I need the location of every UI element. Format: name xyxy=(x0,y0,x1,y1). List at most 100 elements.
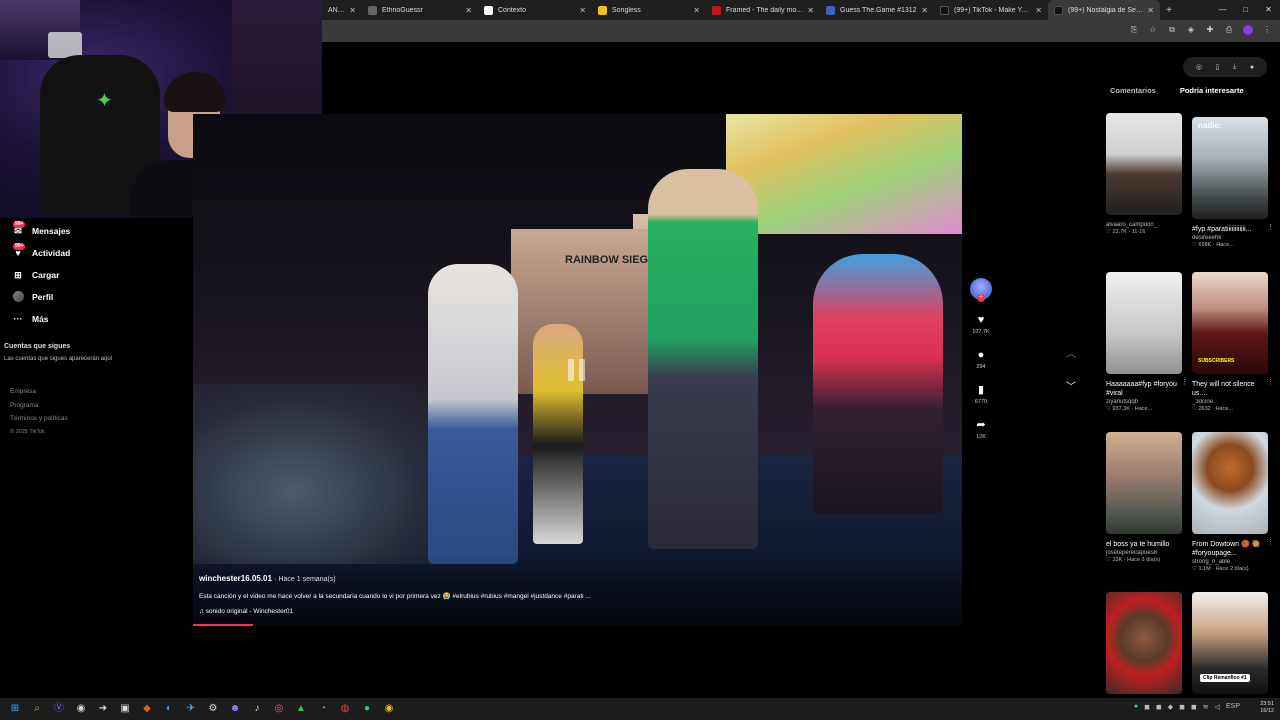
app-icon[interactable]: ➜ xyxy=(96,702,110,716)
video-card[interactable]: nadie: #fyp #paratiiiiiiiiiiii... desire… xyxy=(1192,117,1274,248)
app-icon[interactable]: ✈ xyxy=(184,702,198,716)
app-icon[interactable]: ◎ xyxy=(272,702,286,716)
tray-icon[interactable]: ◼ xyxy=(1191,703,1197,711)
tray-icon[interactable]: ● xyxy=(1134,703,1138,711)
close-icon[interactable]: ✕ xyxy=(349,6,356,15)
search-icon[interactable]: ⌕ xyxy=(30,702,44,716)
more-options-icon[interactable]: ⋮ xyxy=(1267,538,1274,546)
video-card[interactable]: Clip Remanfloo #1 xyxy=(1192,592,1268,694)
taskbar-clock[interactable]: 23:51 16/12 xyxy=(1260,701,1274,715)
video-card[interactable]: SUBSCRIBERS They will not silence us....… xyxy=(1192,272,1274,412)
tab-5[interactable]: Guess The.Game #1312 ✕ xyxy=(820,0,934,20)
footer-link-company[interactable]: Empresa xyxy=(10,388,68,402)
extension-icon[interactable]: ◈ xyxy=(1186,25,1196,35)
more-options-icon[interactable]: ⋮ xyxy=(1267,223,1274,231)
tab-4[interactable]: Framed - The daily movie gue ✕ xyxy=(706,0,820,20)
video-thumbnail[interactable]: Clip Remanfloo #1 xyxy=(1192,592,1268,694)
windows-start-icon[interactable]: ⊞ xyxy=(8,702,22,716)
profile-avatar[interactable]: ● xyxy=(1250,64,1254,71)
sidebar-item-upload[interactable]: ⊞ Cargar xyxy=(0,264,190,286)
spotify-icon[interactable]: ● xyxy=(360,702,374,716)
card-title[interactable]: el boss ya te humillo xyxy=(1106,540,1182,549)
profile-avatar[interactable] xyxy=(1243,25,1253,35)
app-icon[interactable]: ◐ xyxy=(162,702,176,716)
video-card[interactable]: alvaaro_campoon_ ♡ 23.7K · 11-16 xyxy=(1106,113,1182,235)
close-icon[interactable]: ✕ xyxy=(1035,6,1042,15)
maximize-button[interactable]: □ xyxy=(1234,0,1257,20)
card-user[interactable]: _3dcine xyxy=(1192,399,1268,405)
close-window-button[interactable]: ✕ xyxy=(1257,0,1280,20)
close-icon[interactable]: ✕ xyxy=(579,6,586,15)
video-caption[interactable]: Esta canción y el video me hace volver a… xyxy=(199,592,591,600)
video-thumbnail[interactable] xyxy=(1106,432,1182,534)
share-action[interactable]: ➦ 12K xyxy=(968,419,994,440)
video-thumbnail[interactable] xyxy=(1106,272,1182,374)
sidebar-item-messages[interactable]: ✉ 99+ Mensajes xyxy=(0,220,190,242)
video-sound[interactable]: ♫ sonido original - Winchester01 xyxy=(199,608,293,615)
close-icon[interactable]: ✕ xyxy=(465,6,472,15)
tab-2[interactable]: Contexto ✕ xyxy=(478,0,592,20)
more-options-icon[interactable]: ⋮ xyxy=(1181,378,1188,386)
sidebar-item-profile[interactable]: Perfil xyxy=(0,286,190,308)
video-thumbnail[interactable] xyxy=(1106,592,1182,694)
tray-icon[interactable]: ◼ xyxy=(1144,703,1150,711)
card-user[interactable]: ziyanutsqqb xyxy=(1106,399,1182,405)
close-icon[interactable]: ✕ xyxy=(921,6,928,15)
video-thumbnail[interactable]: nadie: xyxy=(1192,117,1268,219)
app-icon[interactable]: ▣ xyxy=(118,702,132,716)
video-thumbnail[interactable] xyxy=(1192,432,1268,534)
video-thumbnail[interactable]: SUBSCRIBERS xyxy=(1192,272,1268,374)
card-title[interactable]: They will not silence us.... xyxy=(1192,380,1268,398)
like-action[interactable]: ♥ 107.7K xyxy=(968,314,994,335)
chevron-up-icon[interactable]: ︿ xyxy=(1066,345,1076,360)
author-name[interactable]: winchester16.05.01 xyxy=(199,574,272,583)
compass-icon[interactable]: ◎ xyxy=(1196,63,1202,71)
tray-icon[interactable]: ◼ xyxy=(1179,703,1185,711)
close-icon[interactable]: ✕ xyxy=(807,6,814,15)
app-icon[interactable]: ◆ xyxy=(140,702,154,716)
follow-plus-icon[interactable]: + xyxy=(977,294,985,302)
footer-link-terms[interactable]: Términos y políticas xyxy=(10,415,68,429)
video-card[interactable]: From Dowtown 🏀 🥘 #foryoupage... strong_n… xyxy=(1192,432,1274,572)
comment-action[interactable]: ● 294 xyxy=(968,349,994,370)
app-icon[interactable]: ◔ xyxy=(316,702,330,716)
pin-icon[interactable]: ⎙ xyxy=(1224,25,1234,35)
card-user[interactable]: alvaaro_campoon_ xyxy=(1106,222,1182,228)
sidebar-item-more[interactable]: ··· Más xyxy=(0,308,190,330)
footer-link-program[interactable]: Programa xyxy=(10,402,68,416)
tiktok-icon[interactable]: ♪ xyxy=(250,702,264,716)
new-tab-button[interactable]: + xyxy=(1160,5,1178,16)
extension-icon[interactable]: ⧉ xyxy=(1167,25,1177,35)
video-author[interactable]: winchester16.05.01 · Hace 1 semana(s) xyxy=(199,574,336,583)
card-user[interactable]: josetepereirapues8 xyxy=(1106,550,1182,556)
tab-7-active[interactable]: (99+) Nostalgia de Secund ✕ xyxy=(1048,0,1160,20)
wifi-icon[interactable]: ≋ xyxy=(1203,703,1209,711)
card-title[interactable]: #fyp #paratiiiiiiiiiiii... xyxy=(1192,225,1268,234)
app-icon[interactable]: Ⓥ xyxy=(52,702,66,716)
heart-icon[interactable]: ♥ xyxy=(968,314,994,326)
card-user[interactable]: strong_n_able xyxy=(1192,559,1268,565)
chevron-down-icon[interactable]: ﹀ xyxy=(1066,378,1076,393)
tray-icon[interactable]: ◆ xyxy=(1168,703,1173,711)
bookmark-icon[interactable]: ▮ xyxy=(968,384,994,396)
language-indicator[interactable]: ESP xyxy=(1226,703,1240,711)
close-icon[interactable]: ✕ xyxy=(693,6,700,15)
menu-icon[interactable]: ⋮ xyxy=(1262,25,1272,35)
volume-icon[interactable]: ◁ xyxy=(1215,703,1220,711)
app-icon[interactable]: ◉ xyxy=(74,702,88,716)
creator-avatar[interactable]: + xyxy=(970,278,992,302)
close-icon[interactable]: ✕ xyxy=(1147,6,1154,15)
video-progress-bar[interactable] xyxy=(193,624,253,626)
video-card[interactable]: el boss ya te humillo josetepereirapues8… xyxy=(1106,432,1182,563)
tab-6[interactable]: (99+) TikTok - Make Your Day✕ xyxy=(934,0,1048,20)
comment-icon[interactable]: ● xyxy=(968,349,994,361)
app-icon[interactable]: ▲ xyxy=(294,702,308,716)
app-icon[interactable]: ⚙ xyxy=(206,702,220,716)
sidebar-item-activity[interactable]: ♥ 99+ Actividad xyxy=(0,242,190,264)
pause-icon[interactable] xyxy=(568,359,586,381)
more-options-icon[interactable]: ⋮ xyxy=(1267,378,1274,386)
tab-3[interactable]: Songless ✕ xyxy=(592,0,706,20)
card-user[interactable]: desireeehk xyxy=(1192,235,1268,241)
minimize-button[interactable]: — xyxy=(1211,0,1234,20)
puzzle-icon[interactable]: ✚ xyxy=(1205,25,1215,35)
